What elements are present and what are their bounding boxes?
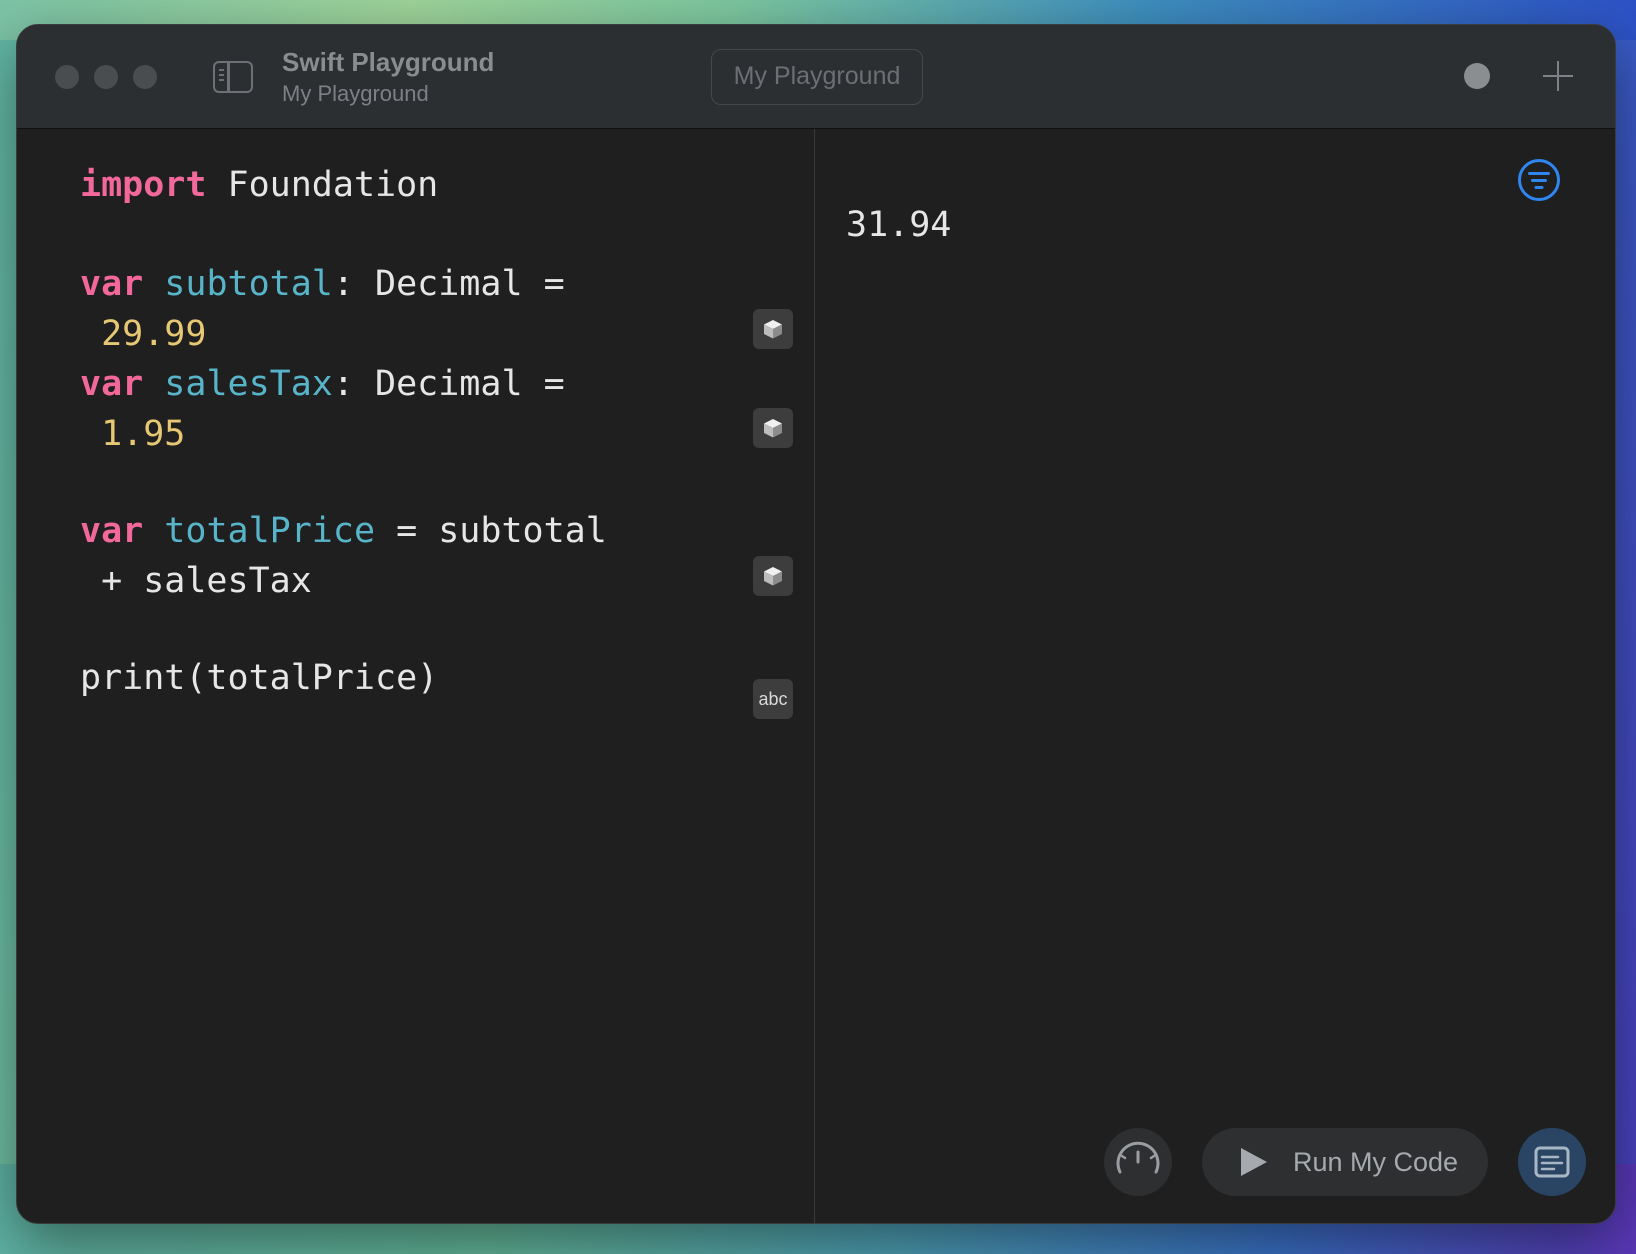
code-token-plain: print(totalPrice) [80,658,439,698]
run-button-label: Run My Code [1293,1147,1459,1177]
document-name-field[interactable]: My Playground [711,49,923,105]
code-token-kw: import [80,165,207,205]
totalprice-result-button[interactable] [753,556,793,596]
code-line[interactable]: import Foundation [80,159,438,211]
code-token-plain: + salesTax [80,561,312,601]
app-subtitle: My Playground [282,81,429,106]
code-line[interactable]: 29.99 [80,308,206,360]
close-window-button[interactable] [55,65,79,89]
subtotal-result-button[interactable] [753,309,793,349]
code-line[interactable]: + salesTax [80,555,312,607]
cube-icon [764,419,782,438]
cube-icon [764,320,782,339]
code-token-plain: = subtotal [375,511,607,551]
speedometer-icon [1116,1141,1160,1174]
code-line[interactable]: print(totalPrice) [80,652,438,704]
sidebar-toggle-icon[interactable] [213,61,253,93]
console-icon [1534,1146,1570,1178]
code-line[interactable]: 1.95 [80,408,185,460]
code-editor[interactable]: import Foundation var subtotal: Decimal … [17,129,815,1223]
code-token-kw: var [80,264,144,304]
minimize-window-button[interactable] [94,65,118,89]
code-token-ident: totalPrice [164,511,376,551]
run-my-code-button[interactable]: Run My Code [1202,1128,1488,1196]
playground-window: Swift Playground My Playground My Playgr… [16,24,1616,1224]
code-token-kw: var [80,364,144,404]
code-token-ident: subtotal [164,264,333,304]
code-token-plain: Foundation [206,165,439,205]
salestax-result-button[interactable] [753,408,793,448]
app-title: Swift Playground [282,47,495,77]
code-token-plain: : Decimal = [332,264,565,304]
results-pane: 31.94 [815,129,1615,1223]
status-indicator[interactable] [1464,63,1490,89]
title-bar: Swift Playground My Playground My Playgr… [17,25,1615,129]
code-line[interactable]: var subtotal: Decimal = [80,258,565,310]
console-output: 31.94 [846,205,952,245]
code-token-plain: : Decimal = [332,364,565,404]
zoom-window-button[interactable] [133,65,157,89]
cube-icon [764,567,782,586]
code-token-ident: salesTax [164,364,333,404]
console-toggle-button[interactable] [1518,1128,1586,1196]
code-token-kw: var [80,511,144,551]
add-icon[interactable] [1543,61,1573,91]
code-token-num: 29.99 [101,314,207,354]
speedometer-button[interactable] [1104,1128,1172,1196]
play-icon [1241,1148,1267,1176]
code-token-num: 1.95 [101,414,186,454]
code-line[interactable]: var salesTax: Decimal = [80,358,565,410]
abc-icon: abc [758,689,788,709]
code-line[interactable]: var totalPrice = subtotal [80,505,607,557]
filter-icon[interactable] [1518,159,1560,201]
print-result-button[interactable]: abc [753,679,793,719]
